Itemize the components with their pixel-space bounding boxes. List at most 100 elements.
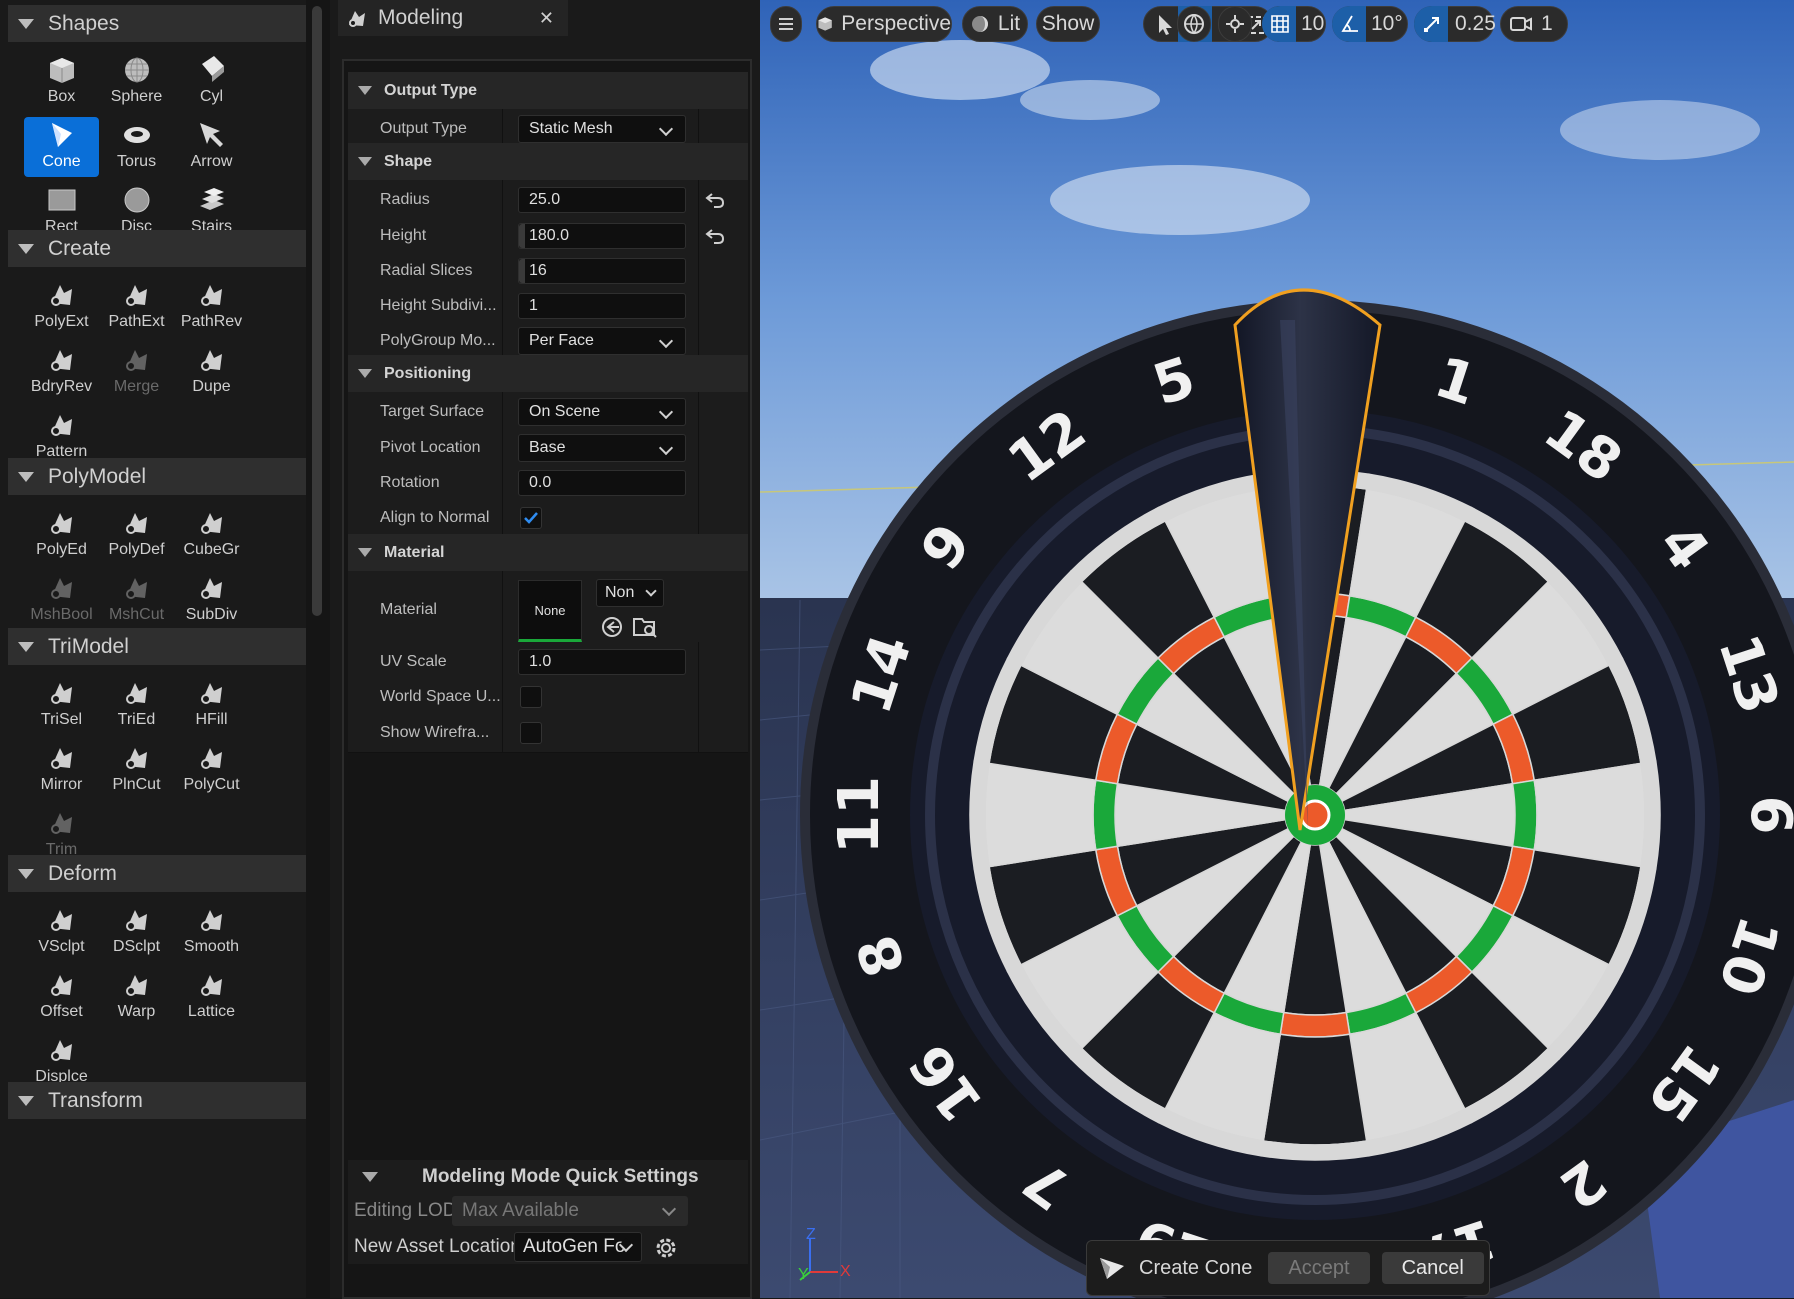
scale-snap-group[interactable]: 0.25 bbox=[1414, 6, 1496, 42]
tool-button-box[interactable]: Box bbox=[24, 52, 99, 112]
group-output-type[interactable]: Output Type bbox=[348, 72, 748, 109]
collapse-triangle-icon bbox=[18, 1095, 34, 1106]
palette-scrollbar[interactable] bbox=[312, 6, 322, 616]
cubegr-icon bbox=[196, 508, 228, 538]
asset-location-dropdown[interactable]: AutoGen Fo bbox=[514, 1232, 642, 1262]
section-header[interactable]: Create bbox=[8, 230, 306, 267]
merge-icon bbox=[121, 345, 153, 375]
tool-button-dupe[interactable]: Dupe bbox=[174, 342, 249, 402]
section-header[interactable]: PolyModel bbox=[8, 458, 306, 495]
tool-grid: TriSel TriEd HFill Mirror PlnCut PolyCut Trim bbox=[8, 665, 306, 865]
tool-button-mshcut[interactable]: MshCut bbox=[99, 570, 174, 630]
dupe-icon bbox=[196, 345, 228, 375]
browse-asset-icon[interactable] bbox=[632, 615, 658, 639]
camera-speed-group[interactable]: 1 bbox=[1500, 6, 1568, 42]
tool-grid: PolyEd PolyDef CubeGr MshBool MshCut SubDiv bbox=[8, 495, 306, 630]
align-to-normal-checkbox[interactable] bbox=[520, 507, 542, 529]
tool-button-smooth[interactable]: Smooth bbox=[174, 902, 249, 962]
tool-button-polydef[interactable]: PolyDef bbox=[99, 505, 174, 565]
show-wireframe-checkbox[interactable] bbox=[520, 722, 542, 744]
height-subdivisions-input[interactable]: 1 bbox=[518, 293, 686, 319]
tool-label: VSclpt bbox=[38, 938, 85, 955]
section-header[interactable]: TriModel bbox=[8, 628, 306, 665]
tool-button-plncut[interactable]: PlnCut bbox=[99, 740, 174, 800]
tool-button-cyl[interactable]: Cyl bbox=[174, 52, 249, 112]
reset-arrow-icon[interactable] bbox=[704, 226, 726, 246]
accept-button[interactable]: Accept bbox=[1268, 1252, 1370, 1284]
sphere-icon bbox=[121, 55, 153, 85]
rotation-snap-toggle[interactable] bbox=[1332, 6, 1366, 42]
tool-button-torus[interactable]: Torus bbox=[99, 117, 174, 177]
quick-settings-header[interactable]: Modeling Mode Quick Settings bbox=[348, 1160, 748, 1194]
grid-snap-toggle[interactable] bbox=[1262, 6, 1296, 42]
tool-button-mirror[interactable]: Mirror bbox=[24, 740, 99, 800]
reset-arrow-icon[interactable] bbox=[704, 190, 726, 210]
pivot-location-dropdown[interactable]: Base bbox=[518, 434, 686, 462]
tool-button-trisel[interactable]: TriSel bbox=[24, 675, 99, 735]
surface-snap-toggle[interactable] bbox=[1218, 6, 1252, 42]
viewport[interactable]: 2011841361015217319716811149125 Z X Y Pe… bbox=[760, 0, 1794, 1298]
material-label: Material bbox=[380, 600, 437, 618]
row-height: Height 180.0 bbox=[348, 216, 748, 256]
tool-button-polyext[interactable]: PolyExt bbox=[24, 277, 99, 337]
lit-button[interactable]: Lit bbox=[962, 6, 1028, 42]
tool-button-hfill[interactable]: HFill bbox=[174, 675, 249, 735]
tool-button-mshbool[interactable]: MshBool bbox=[24, 570, 99, 630]
tool-button-vsclpt[interactable]: VSclpt bbox=[24, 902, 99, 962]
dartboard-number: 11 bbox=[827, 776, 892, 854]
tool-button-polycut[interactable]: PolyCut bbox=[174, 740, 249, 800]
polygroup-mode-dropdown[interactable]: Per Face bbox=[518, 327, 686, 355]
polydef-icon bbox=[121, 508, 153, 538]
tool-button-lattice[interactable]: Lattice bbox=[174, 967, 249, 1027]
tool-button-arrow[interactable]: Arrow bbox=[174, 117, 249, 177]
cancel-button[interactable]: Cancel bbox=[1381, 1252, 1484, 1284]
treble-segment bbox=[1279, 1011, 1351, 1038]
material-thumbnail[interactable]: None bbox=[518, 580, 582, 642]
tool-button-bdryrev[interactable]: BdryRev bbox=[24, 342, 99, 402]
tool-button-sphere[interactable]: Sphere bbox=[99, 52, 174, 112]
scale-snap-toggle[interactable] bbox=[1414, 6, 1448, 42]
tool-action-bar: Create Cone Accept Cancel bbox=[1086, 1240, 1490, 1296]
tool-button-subdiv[interactable]: SubDiv bbox=[174, 570, 249, 630]
viewport-menu-button[interactable] bbox=[770, 6, 802, 42]
grid-snap-group[interactable]: 10 bbox=[1262, 6, 1326, 42]
world-space-uv-checkbox[interactable] bbox=[520, 686, 542, 708]
perspective-button[interactable]: Perspective bbox=[816, 6, 952, 42]
radius-input[interactable]: 25.0 bbox=[518, 187, 686, 213]
show-button[interactable]: Show bbox=[1036, 6, 1100, 42]
tool-button-offset[interactable]: Offset bbox=[24, 967, 99, 1027]
close-tab-icon[interactable]: ✕ bbox=[539, 8, 554, 29]
rotation-input[interactable]: 0.0 bbox=[518, 470, 686, 496]
tool-button-cubegr[interactable]: CubeGr bbox=[174, 505, 249, 565]
tool-button-warp[interactable]: Warp bbox=[99, 967, 174, 1027]
rotation-snap-group[interactable]: 10° bbox=[1332, 6, 1408, 42]
height-input[interactable]: 180.0 bbox=[518, 223, 686, 249]
select-cursor-icon[interactable] bbox=[1154, 13, 1176, 37]
tool-button-tried[interactable]: TriEd bbox=[99, 675, 174, 735]
editing-lod-dropdown[interactable]: Max Available bbox=[452, 1196, 688, 1226]
uv-scale-input[interactable]: 1.0 bbox=[518, 649, 686, 675]
tool-button-pathext[interactable]: PathExt bbox=[99, 277, 174, 337]
tool-button-polyed[interactable]: PolyEd bbox=[24, 505, 99, 565]
tool-button-merge[interactable]: Merge bbox=[99, 342, 174, 402]
radial-slices-input[interactable]: 16 bbox=[518, 258, 686, 284]
group-shape[interactable]: Shape bbox=[348, 143, 748, 180]
palette-section-trimodel: TriModel TriSel TriEd HFill Mirror PlnCut Poly… bbox=[8, 628, 306, 865]
section-header[interactable]: Deform bbox=[8, 855, 306, 892]
output-type-dropdown[interactable]: Static Mesh bbox=[518, 115, 686, 143]
group-positioning[interactable]: Positioning bbox=[348, 355, 748, 392]
tab-modeling[interactable]: Modeling ✕ bbox=[338, 0, 568, 36]
tool-button-cone[interactable]: Cone bbox=[24, 117, 99, 177]
target-surface-dropdown[interactable]: On Scene bbox=[518, 398, 686, 426]
material-dropdown[interactable]: Non bbox=[596, 579, 664, 607]
gear-icon[interactable] bbox=[652, 1234, 680, 1262]
section-header[interactable]: Transform bbox=[8, 1082, 306, 1119]
section-header[interactable]: Shapes bbox=[8, 5, 306, 42]
tool-button-pathrev[interactable]: PathRev bbox=[174, 277, 249, 337]
tool-button-dsclpt[interactable]: DSclpt bbox=[99, 902, 174, 962]
world-local-toggle[interactable] bbox=[1177, 6, 1211, 42]
asset-location-label: New Asset Location bbox=[354, 1236, 521, 1257]
pathrev-icon bbox=[196, 280, 228, 310]
group-material[interactable]: Material bbox=[348, 534, 748, 571]
use-selected-asset-icon[interactable] bbox=[600, 615, 624, 639]
